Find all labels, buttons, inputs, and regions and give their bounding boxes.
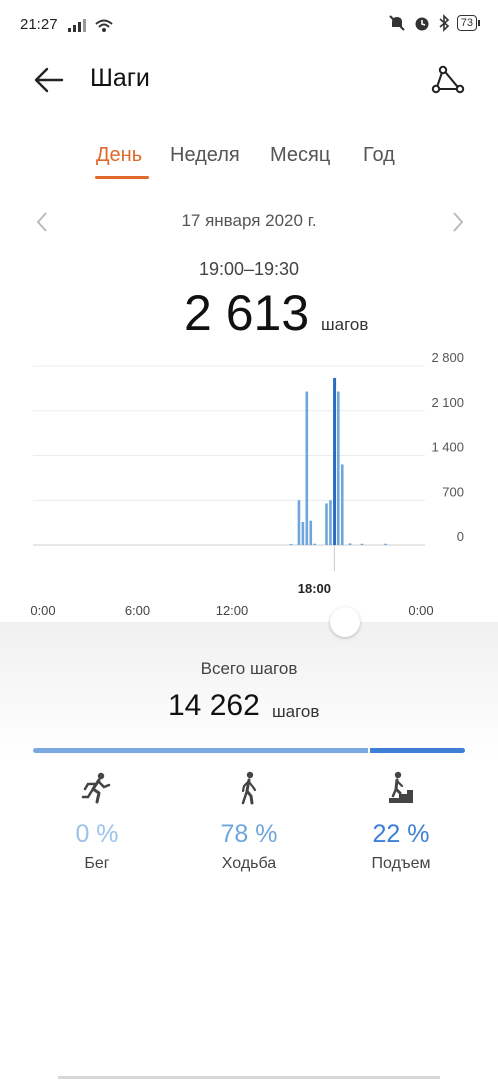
chart-bar[interactable]	[309, 520, 313, 545]
tab-month[interactable]: Месяц	[270, 144, 330, 167]
walking-label: Ходьба	[221, 855, 277, 872]
chart-grid	[33, 365, 425, 571]
battery-level: 73	[456, 15, 477, 31]
x-tick-label: 0:00	[408, 603, 433, 618]
x-tick-label: 0:00	[30, 603, 55, 618]
chart-bar-selected[interactable]	[333, 377, 337, 545]
walk-share-bar	[33, 748, 368, 753]
selection-cursor-label: 18:00	[298, 581, 331, 596]
chart-bar[interactable]	[289, 544, 293, 546]
route-share-icon[interactable]	[428, 60, 468, 100]
tab-day[interactable]: День	[96, 144, 142, 167]
page-title: Шаги	[90, 64, 150, 92]
chart-bar[interactable]	[360, 543, 364, 545]
y-tick-label: 2 800	[431, 350, 464, 365]
tab-week[interactable]: Неделя	[170, 144, 240, 167]
back-arrow-icon[interactable]	[30, 60, 70, 100]
chart-bar[interactable]	[348, 543, 352, 545]
date-label: 17 января 2020 г.	[181, 211, 317, 230]
activity-running: 0 % Бег	[27, 770, 167, 873]
x-tick-label: 12:00	[216, 603, 249, 618]
chart-bar[interactable]	[313, 543, 316, 545]
selected-steps-unit: шагов	[321, 315, 369, 334]
alarm-icon	[415, 17, 429, 31]
walking-icon	[241, 771, 257, 805]
status-time: 21:27	[20, 16, 58, 33]
mute-icon	[389, 15, 405, 31]
chart-bar[interactable]	[325, 503, 328, 545]
steps-chart[interactable]: 2 800 2 100 1 400 700 0 18:00 0:00 6:00 12:00 0:0…	[0, 345, 498, 625]
chart-bar[interactable]	[301, 521, 305, 545]
tab-year[interactable]: Год	[363, 144, 395, 167]
y-tick-label: 2 100	[431, 395, 464, 410]
x-tick-label: 6:00	[125, 603, 150, 618]
y-tick-label: 1 400	[431, 440, 464, 455]
chevron-right-icon[interactable]	[446, 208, 470, 236]
chart-labels: 2 800 2 100 1 400 700 0 18:00 0:00 6:00 12:00 0:0…	[30, 350, 464, 618]
chart-bar[interactable]	[384, 543, 387, 545]
chart-bars	[289, 377, 387, 546]
y-tick-label: 700	[442, 484, 464, 499]
selected-interval: 19:00–19:30	[198, 259, 300, 279]
chart-bar[interactable]	[305, 391, 309, 545]
chart-scrubber-handle[interactable]	[330, 607, 360, 637]
running-label: Бег	[84, 855, 110, 872]
home-indicator	[58, 1076, 440, 1079]
climb-share-bar	[370, 748, 465, 753]
status-right-icons: 73	[388, 14, 480, 32]
y-tick-label: 0	[457, 529, 464, 544]
total-steps-label: Всего шагов	[200, 659, 298, 678]
activity-climbing: 22 % Подъем	[331, 770, 471, 873]
climbing-label: Подъем	[371, 855, 431, 872]
walking-percent: 78 %	[220, 820, 278, 848]
bluetooth-icon	[439, 14, 449, 32]
activity-walking: 78 % Ходьба	[179, 770, 319, 873]
total-steps-value: 14 262	[168, 689, 260, 722]
status-bar: 21:27 73	[0, 0, 498, 52]
total-steps-unit: шагов	[272, 702, 320, 721]
chart-bar[interactable]	[340, 464, 344, 545]
chart-bar[interactable]	[329, 500, 332, 545]
tab-active-indicator	[95, 176, 149, 179]
stairs-icon	[389, 771, 413, 803]
battery-icon: 73	[456, 15, 480, 31]
chart-bar[interactable]	[297, 500, 301, 545]
running-icon	[81, 772, 111, 804]
climbing-percent: 22 %	[372, 820, 430, 848]
signal-wifi-icons	[68, 19, 113, 32]
chart-bar[interactable]	[337, 391, 340, 545]
selected-steps-value: 2 613	[184, 285, 310, 341]
running-percent: 0 %	[75, 820, 119, 848]
